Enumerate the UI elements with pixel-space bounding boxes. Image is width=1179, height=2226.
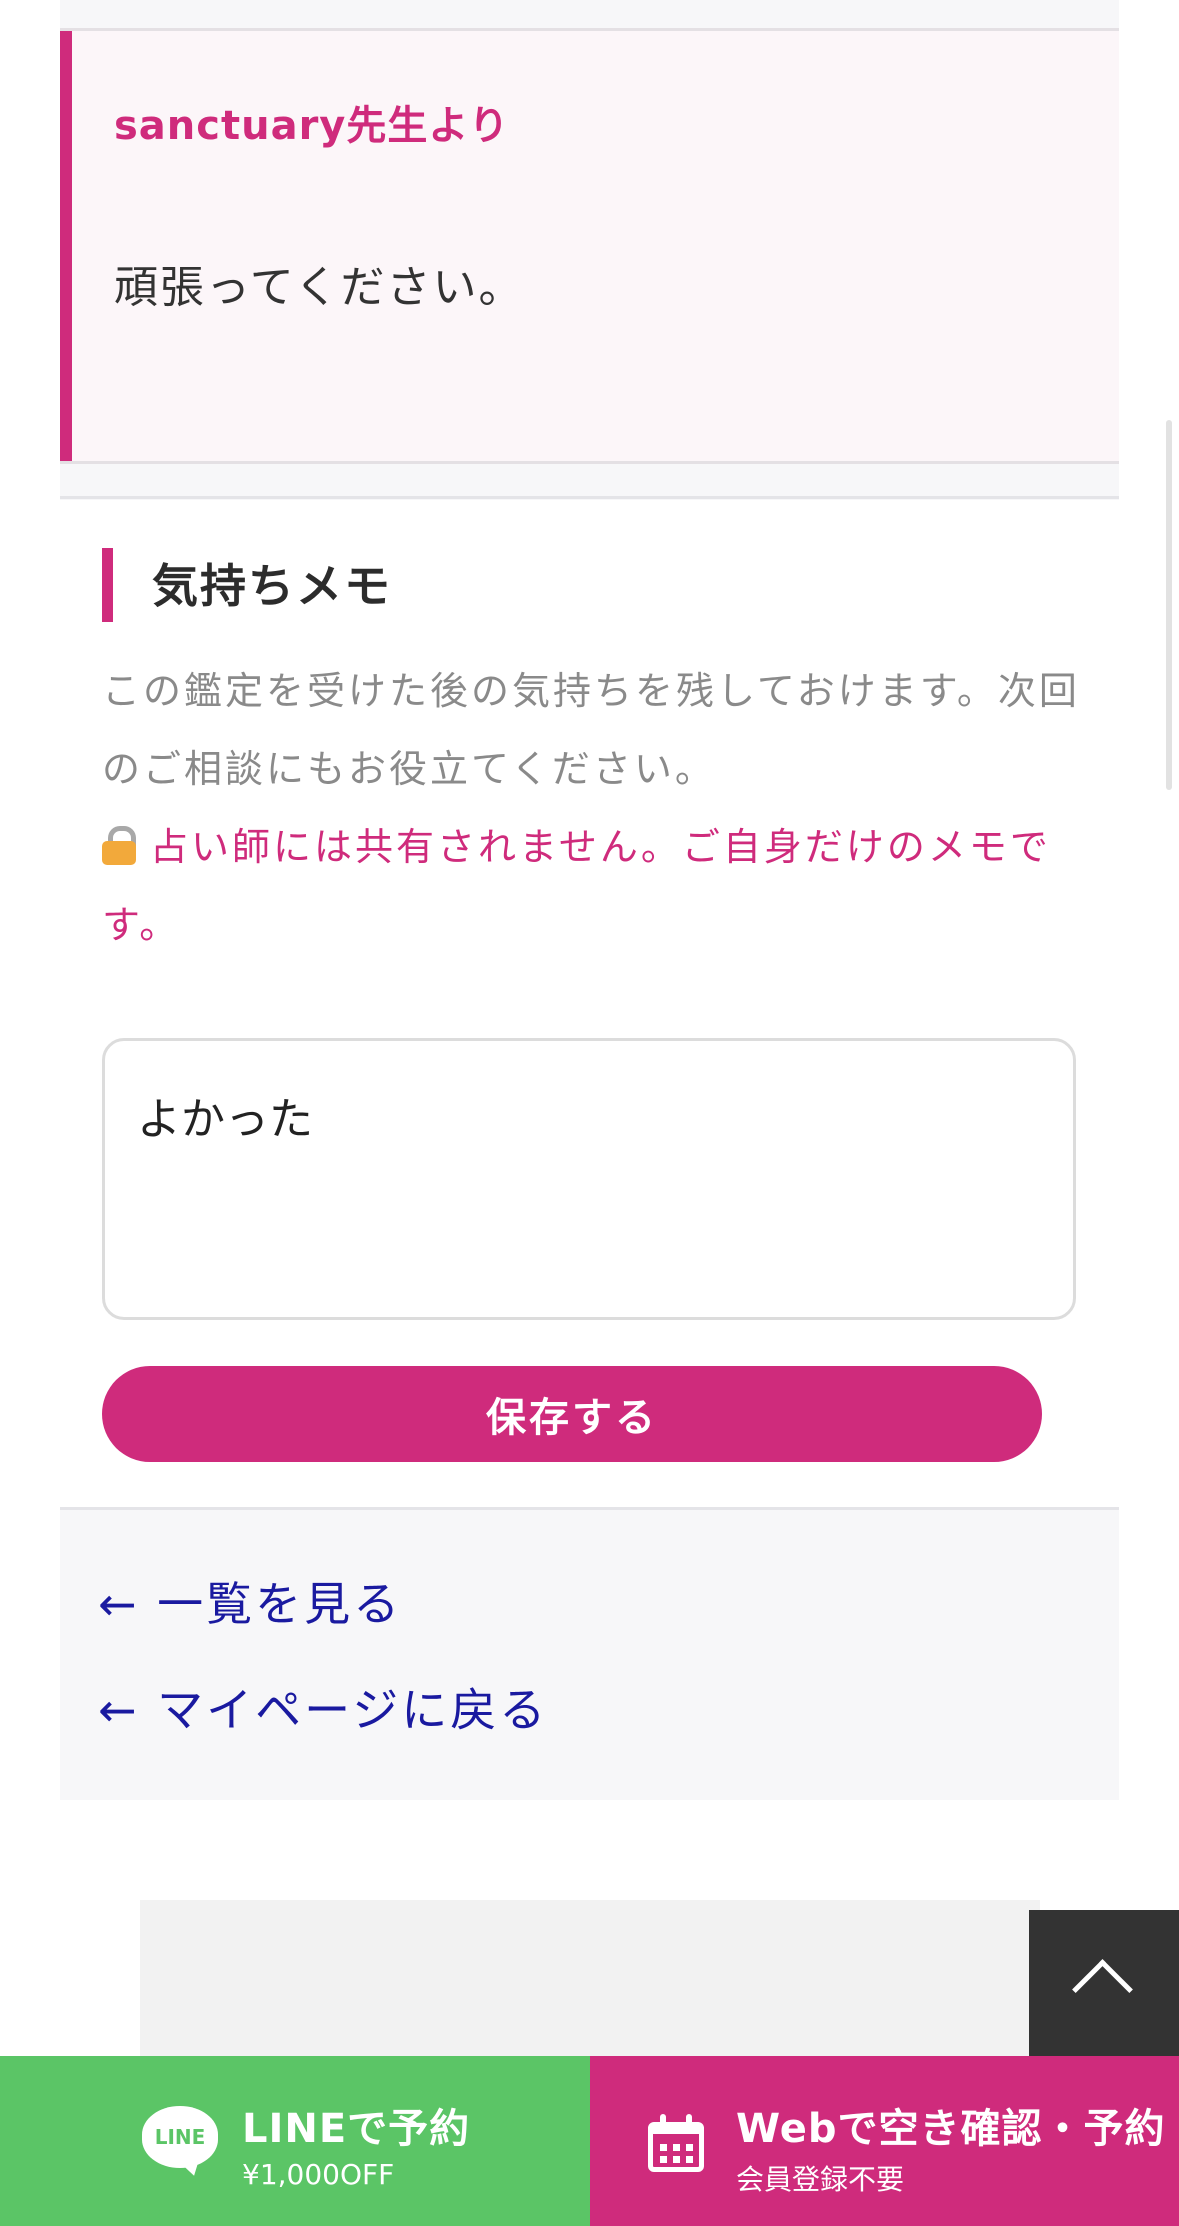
teacher-comment-box: sanctuary先生より 頑張ってください。 <box>60 28 1119 464</box>
web-reserve-button[interactable]: Webで空き確認・予約 会員登録不要 <box>590 2056 1179 2226</box>
back-to-mypage-link[interactable]: ← マイページに戻る <box>98 1674 548 1740</box>
ad-placeholder <box>140 1900 1040 2056</box>
lock-icon <box>102 826 136 865</box>
feeling-memo-section: 気持ちメモ この鑑定を受けた後の気持ちを残しておけます。次回のご相談にもお役立て… <box>60 500 1119 1508</box>
chevron-up-icon <box>1072 1959 1133 2020</box>
scrollbar[interactable] <box>1166 420 1172 790</box>
memo-description: この鑑定を受けた後の気持ちを残しておけます。次回のご相談にもお役立てください。 <box>102 669 1080 791</box>
line-reserve-button[interactable]: LINE LINEで予約 ¥1,000OFF <box>0 2056 590 2226</box>
web-reserve-subtext: 会員登録不要 <box>736 2163 905 2196</box>
line-logo-icon: LINE <box>142 2106 218 2179</box>
web-reserve-label: Webで空き確認・予約 <box>736 2106 1166 2152</box>
teacher-name: sanctuary先生より <box>114 103 510 149</box>
save-button[interactable]: 保存する <box>102 1366 1042 1462</box>
private-note-text: 占い師には共有されません。ご自身だけのメモです。 <box>102 825 1051 947</box>
accent-bar <box>60 31 72 461</box>
memo-heading: 気持ちメモ <box>152 559 392 613</box>
section-divider <box>60 496 1119 499</box>
back-to-list-link[interactable]: ← 一覧を見る <box>98 1568 402 1634</box>
back-to-top-button[interactable] <box>1029 1910 1179 2056</box>
private-note: 占い師には共有されません。ご自身だけのメモです。 <box>102 808 1102 964</box>
memo-input[interactable]: よかった <box>102 1038 1076 1320</box>
line-logo-text: LINE <box>154 2125 206 2149</box>
line-reserve-label: LINEで予約 <box>242 2106 471 2152</box>
bottom-cta-bar: LINE LINEで予約 ¥1,000OFF Webで空き確認・予約 会員登録不… <box>0 2056 1179 2226</box>
line-discount-text: ¥1,000OFF <box>242 2158 395 2191</box>
heading-accent-bar <box>102 548 113 622</box>
calendar-icon <box>648 2114 704 2172</box>
teacher-message: 頑張ってください。 <box>114 262 525 313</box>
nav-links-panel: ← 一覧を見る ← マイページに戻る <box>60 1510 1119 1800</box>
